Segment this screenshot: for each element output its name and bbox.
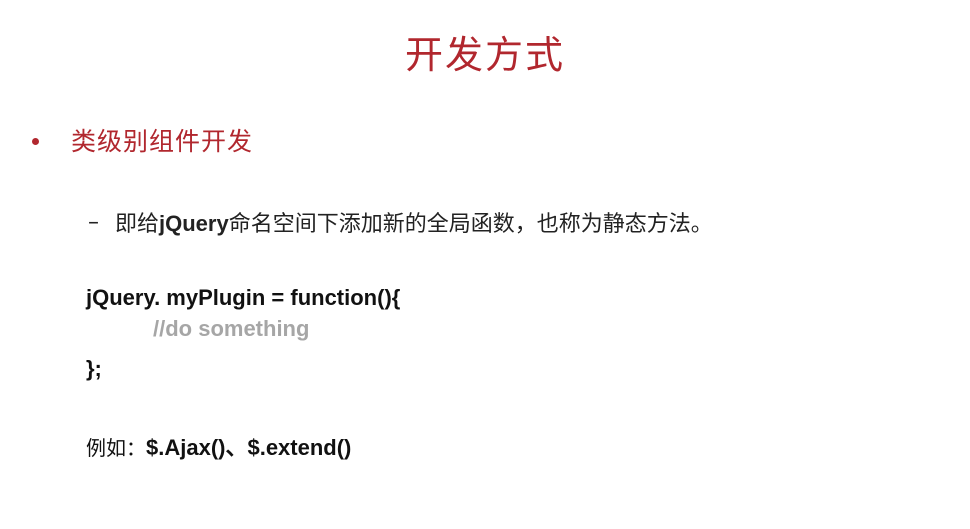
dash-icon: – [88, 209, 99, 235]
code-line-comment: //do something [153, 316, 310, 341]
sub-bullet-item: – 即给jQuery命名空间下添加新的全局函数，也称为静态方法。 [88, 205, 713, 239]
bullet-dot-icon [32, 137, 39, 145]
example-value: $.Ajax()、$.extend() [146, 435, 352, 460]
sub-bullet-suffix: 命名空间下添加新的全局函数，也称为静态方法。 [228, 212, 713, 237]
sub-bullet-text: 即给jQuery命名空间下添加新的全局函数，也称为静态方法。 [115, 206, 713, 238]
slide-title: 开发方式 [404, 33, 565, 77]
slide-canvas: 开发方式 类级别组件开发 – 即给jQuery命名空间下添加新的全局函数，也称为… [0, 0, 970, 529]
code-line-declaration: jQuery. myPlugin = function(){ [86, 285, 401, 310]
code-line-closing: }; [86, 356, 102, 381]
sub-bullet-prefix: 即给 [115, 212, 160, 237]
example-label: 例如： [86, 435, 146, 460]
bullet-text: 类级别组件开发 [71, 127, 254, 156]
example-line: 例如： $.Ajax()、$.extend() [86, 430, 351, 462]
sub-bullet-keyword: jQuery [159, 211, 229, 236]
bullet-item: 类级别组件开发 [32, 122, 253, 158]
